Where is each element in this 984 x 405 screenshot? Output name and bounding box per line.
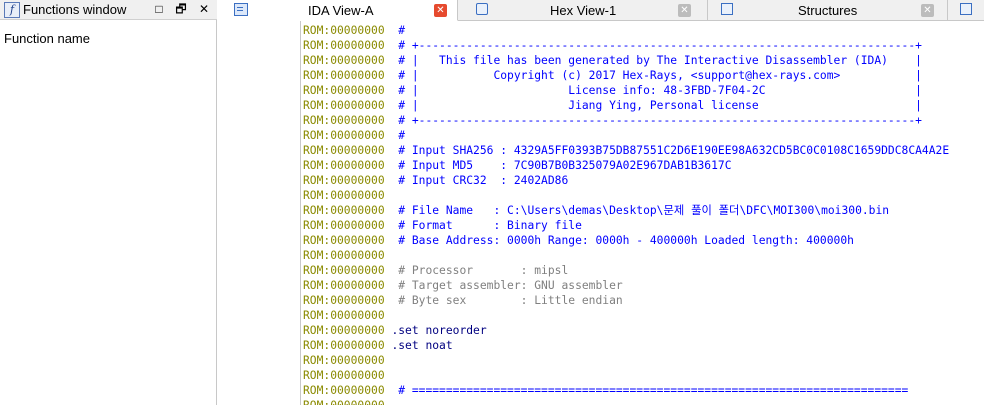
listing-text: # | Jiang Ying, Personal license | [398, 99, 922, 112]
tab-structures[interactable]: Structures ✕ [708, 0, 948, 21]
listing-line[interactable]: ROM:00000000 [303, 308, 398, 323]
listing-line[interactable]: ROM:00000000 # File Name : C:\Users\dema… [303, 203, 889, 218]
address-label: ROM:00000000 [303, 39, 385, 52]
view-tab-strip: IDA View-A ✕ Hex View-1 ✕ Structures ✕ [300, 0, 984, 21]
listing-line[interactable]: ROM:00000000 # [303, 128, 405, 143]
address-label: ROM:00000000 [303, 384, 385, 397]
listing-text: # Processor : mipsl [398, 264, 569, 277]
listing-line[interactable]: ROM:00000000 # | License info: 48-3FBD-7… [303, 83, 922, 98]
disassembly-listing[interactable]: ROM:00000000 # ROM:00000000 # +----------… [300, 21, 984, 405]
hex-view-icon [476, 3, 488, 15]
listing-text: .set noreorder [391, 324, 487, 337]
listing-text: # | This file has been generated by The … [398, 54, 922, 67]
listing-text: # | Copyright (c) 2017 Hex-Rays, <suppor… [398, 69, 922, 82]
listing-text: # Byte sex : Little endian [398, 294, 623, 307]
address-label: ROM:00000000 [303, 69, 385, 82]
address-label: ROM:00000000 [303, 204, 385, 217]
listing-text: # | License info: 48-3FBD-7F04-2C | [398, 84, 922, 97]
listing-text: .set noat [391, 339, 453, 352]
address-label: ROM:00000000 [303, 24, 385, 37]
listing-line[interactable]: ROM:00000000 # Input SHA256 : 4329A5FF03… [303, 143, 949, 158]
address-label: ROM:00000000 [303, 399, 385, 405]
listing-line[interactable]: ROM:00000000 # Format : Binary file [303, 218, 582, 233]
enums-icon [960, 3, 972, 15]
listing-text: # +-------------------------------------… [398, 114, 922, 127]
tab-ida-view-a[interactable]: IDA View-A ✕ [300, 0, 458, 21]
listing-line[interactable]: ROM:00000000 # Base Address: 0000h Range… [303, 233, 854, 248]
functions-window-title: Functions window [23, 2, 127, 17]
listing-line[interactable]: ROM:00000000 [303, 398, 398, 405]
tab-label: IDA View-A [308, 3, 374, 18]
listing-text: # File Name : C:\Users\demas\Desktop\문제 … [398, 204, 890, 217]
listing-line[interactable]: ROM:00000000 # Target assembler: GNU ass… [303, 278, 623, 293]
listing-line[interactable]: ROM:00000000 # [303, 23, 405, 38]
listing-text: # Input MD5 : 7C90B7B0B325079A02E967DAB1… [398, 159, 732, 172]
listing-line[interactable]: ROM:00000000 # Processor : mipsl [303, 263, 568, 278]
address-label: ROM:00000000 [303, 99, 385, 112]
listing-text: # +-------------------------------------… [398, 39, 922, 52]
address-label: ROM:00000000 [303, 324, 385, 337]
structures-icon [721, 3, 733, 15]
address-label: ROM:00000000 [303, 249, 385, 262]
listing-line[interactable]: ROM:00000000 # +------------------------… [303, 38, 922, 53]
listing-line[interactable]: ROM:00000000 [303, 353, 398, 368]
address-label: ROM:00000000 [303, 144, 385, 157]
address-label: ROM:00000000 [303, 339, 385, 352]
listing-line[interactable]: ROM:00000000 [303, 368, 398, 383]
address-label: ROM:00000000 [303, 129, 385, 142]
tab-label: Structures [798, 3, 858, 18]
tab-next[interactable] [948, 0, 984, 21]
functions-window-titlebar[interactable]: f Functions window □ 🗗 ✕ [0, 0, 217, 20]
listing-line[interactable]: ROM:00000000 # =========================… [303, 383, 908, 398]
address-label: ROM:00000000 [303, 294, 385, 307]
listing-line[interactable]: ROM:00000000 [303, 188, 398, 203]
address-label: ROM:00000000 [303, 234, 385, 247]
listing-line[interactable]: ROM:00000000 .set noreorder [303, 323, 487, 338]
maximize-icon[interactable]: □ [152, 2, 166, 16]
listing-text: # Input CRC32 : 2402AD86 [398, 174, 569, 187]
address-label: ROM:00000000 [303, 189, 385, 202]
function-name-column-header[interactable]: Function name [4, 31, 90, 46]
address-label: ROM:00000000 [303, 114, 385, 127]
address-label: ROM:00000000 [303, 174, 385, 187]
listing-line[interactable]: ROM:00000000 # | This file has been gene… [303, 53, 922, 68]
address-label: ROM:00000000 [303, 54, 385, 67]
address-label: ROM:00000000 [303, 279, 385, 292]
address-label: ROM:00000000 [303, 219, 385, 232]
dock-panel-icon[interactable] [234, 3, 248, 16]
listing-text: # Input SHA256 : 4329A5FF0393B75DB87551C… [398, 144, 950, 157]
listing-line[interactable]: ROM:00000000 # Input MD5 : 7C90B7B0B3250… [303, 158, 732, 173]
listing-line[interactable]: ROM:00000000 # | Copyright (c) 2017 Hex-… [303, 68, 922, 83]
listing-line[interactable]: ROM:00000000 # Byte sex : Little endian [303, 293, 623, 308]
dock-gutter [218, 0, 300, 405]
listing-line[interactable]: ROM:00000000 # Input CRC32 : 2402AD86 [303, 173, 568, 188]
tab-label: Hex View-1 [550, 3, 617, 18]
address-label: ROM:00000000 [303, 309, 385, 322]
tab-hex-view-1[interactable]: Hex View-1 ✕ [458, 0, 708, 21]
listing-text: # [398, 24, 406, 37]
listing-line[interactable]: ROM:00000000 [303, 248, 398, 263]
listing-text: # Format : Binary file [398, 219, 582, 232]
listing-line[interactable]: ROM:00000000 # | Jiang Ying, Personal li… [303, 98, 922, 113]
address-label: ROM:00000000 [303, 264, 385, 277]
close-tab-icon[interactable]: ✕ [921, 4, 934, 17]
address-label: ROM:00000000 [303, 354, 385, 367]
close-tab-icon[interactable]: ✕ [434, 4, 447, 17]
listing-text: # Base Address: 0000h Range: 0000h - 400… [398, 234, 854, 247]
address-label: ROM:00000000 [303, 159, 385, 172]
float-window-icon[interactable]: 🗗 [174, 2, 188, 16]
close-icon[interactable]: ✕ [197, 2, 211, 16]
listing-text: # ======================================… [398, 384, 909, 397]
listing-text: # [398, 129, 406, 142]
address-label: ROM:00000000 [303, 369, 385, 382]
listing-line[interactable]: ROM:00000000 .set noat [303, 338, 453, 353]
function-icon: f [4, 2, 20, 18]
functions-window: f Functions window □ 🗗 ✕ Function name [0, 0, 217, 405]
listing-text: # Target assembler: GNU assembler [398, 279, 623, 292]
address-label: ROM:00000000 [303, 84, 385, 97]
close-tab-icon[interactable]: ✕ [678, 4, 691, 17]
listing-line[interactable]: ROM:00000000 # +------------------------… [303, 113, 922, 128]
